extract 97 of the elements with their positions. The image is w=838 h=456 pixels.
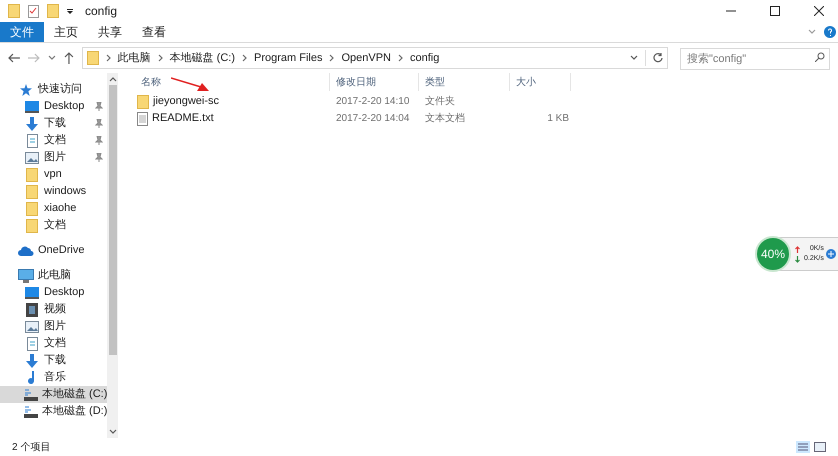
folder-icon: [26, 184, 38, 198]
pin-icon: [95, 102, 103, 111]
sidebar-item[interactable]: vpn: [0, 166, 107, 183]
folder-icon: [137, 94, 149, 108]
column-header[interactable]: 大小: [510, 73, 571, 91]
maximize-icon[interactable]: [770, 6, 780, 16]
computer-icon: [18, 268, 34, 282]
scroll-up-icon[interactable]: [108, 75, 116, 83]
help-icon[interactable]: [824, 26, 836, 38]
scroll-down-icon[interactable]: [108, 428, 116, 436]
monitor-icon: [25, 100, 39, 112]
folder-icon: [47, 4, 59, 18]
status-text: 2 个项目: [12, 440, 50, 454]
down-arrow-icon: [26, 354, 38, 368]
breadcrumb[interactable]: 此电脑: [118, 50, 151, 66]
picture-icon: [25, 320, 39, 332]
search-icon[interactable]: [815, 52, 826, 62]
up-arrow-icon: [795, 246, 800, 252]
sidebar-item[interactable]: 文档: [0, 132, 107, 149]
sidebar-item[interactable]: xiaohe: [0, 200, 107, 217]
chevron-icon: [329, 54, 334, 62]
sidebar-item[interactable]: 下载: [0, 115, 107, 132]
down-arrow-icon: [795, 256, 800, 262]
sidebar-item[interactable]: 下载: [0, 352, 107, 369]
sidebar-item[interactable]: 本地磁盘 (C:): [0, 386, 107, 403]
sidebar-item[interactable]: OneDrive: [0, 242, 107, 259]
chevron-icon[interactable]: [630, 54, 638, 62]
thumbnail-view-icon[interactable]: [814, 442, 826, 452]
ribbon-tab[interactable]: 文件: [0, 22, 44, 42]
monitor-icon: [25, 286, 39, 298]
cloud-icon: [18, 246, 34, 256]
file-row[interactable]: jieyongwei-sc 2017-2-20 14:10 文件夹: [135, 93, 838, 110]
file-name: README.txt: [152, 111, 214, 126]
document-icon: [26, 134, 38, 148]
folder-icon: [26, 218, 38, 232]
folder-icon: [86, 51, 99, 65]
star-icon: [20, 84, 32, 96]
table-cell-text: 2017-2-20 14:04: [335, 112, 410, 126]
window-title: config: [85, 3, 118, 20]
chevron-icon: [242, 54, 247, 62]
picture-icon: [25, 152, 39, 164]
text-file-icon: [137, 112, 148, 126]
pin-icon: [95, 119, 103, 128]
table-cell-text: 文本文档: [424, 112, 466, 126]
sidebar-item[interactable]: 图片: [0, 318, 107, 335]
up-arrow-icon[interactable]: [64, 52, 74, 64]
breadcrumb[interactable]: OpenVPN: [341, 50, 391, 66]
sidebar-item[interactable]: 文档: [0, 335, 107, 352]
document-icon: [26, 336, 38, 350]
music-note-icon: [27, 370, 37, 384]
pin-icon: [95, 136, 103, 145]
file-name: jieyongwei-sc: [153, 94, 220, 110]
chevron-icon: [106, 54, 111, 62]
drive-icon: [24, 406, 38, 418]
checklist-icon[interactable]: [28, 4, 39, 18]
close-icon[interactable]: [814, 6, 824, 16]
plus-icon[interactable]: [826, 249, 836, 259]
table-cell-text: 1 KB: [547, 112, 569, 126]
film-icon: [26, 302, 38, 316]
sidebar-item[interactable]: 本地磁盘 (D:): [0, 403, 107, 420]
column-header[interactable]: 类型: [419, 73, 510, 91]
details-view-icon[interactable]: [796, 441, 810, 453]
sidebar-item[interactable]: 此电脑: [0, 267, 107, 284]
back-icon[interactable]: [8, 53, 20, 63]
file-row[interactable]: README.txt 2017-2-20 14:04 文本文档 1 KB: [135, 110, 838, 127]
breadcrumb[interactable]: 本地磁盘 (C:): [170, 50, 235, 66]
chevron-icon[interactable]: [48, 54, 56, 62]
ribbon-tab[interactable]: 查看: [132, 22, 176, 42]
ribbon-tab[interactable]: 主页: [44, 22, 88, 42]
arrow-annotation: [171, 77, 209, 92]
sidebar-item[interactable]: Desktop: [0, 98, 107, 115]
dropdown-icon[interactable]: [67, 8, 73, 14]
address-field[interactable]: 此电脑 本地磁盘 (C:) Program Files OpenVPN config: [82, 47, 668, 69]
refresh-icon[interactable]: [653, 53, 664, 63]
sidebar-item[interactable]: 音乐: [0, 369, 107, 386]
ribbon-tab[interactable]: 共享: [88, 22, 132, 42]
column-header[interactable]: 修改日期: [330, 73, 419, 91]
breadcrumb[interactable]: config: [410, 50, 440, 66]
folder-icon: [26, 202, 38, 216]
sidebar-item[interactable]: 图片: [0, 149, 107, 166]
table-cell-text: 2017-2-20 14:10: [335, 95, 410, 109]
scrollbar[interactable]: [107, 73, 118, 438]
sidebar-item[interactable]: windows: [0, 183, 107, 200]
drive-icon: [24, 388, 38, 400]
down-arrow-icon: [26, 116, 38, 130]
sidebar-item[interactable]: 视频: [0, 301, 107, 318]
chevron-icon: [398, 54, 403, 62]
folder-icon: [8, 4, 20, 18]
search-field[interactable]: 搜索"config": [680, 48, 830, 70]
chevron-icon: [158, 54, 163, 62]
pin-icon: [95, 153, 103, 162]
table-cell-text: 文件夹: [424, 94, 456, 109]
folder-icon: [26, 168, 38, 182]
sidebar-item[interactable]: 文档: [0, 217, 107, 234]
sidebar-item[interactable]: Desktop: [0, 284, 107, 301]
breadcrumb[interactable]: Program Files: [254, 50, 322, 66]
sidebar-item[interactable]: 快速访问: [0, 81, 107, 98]
